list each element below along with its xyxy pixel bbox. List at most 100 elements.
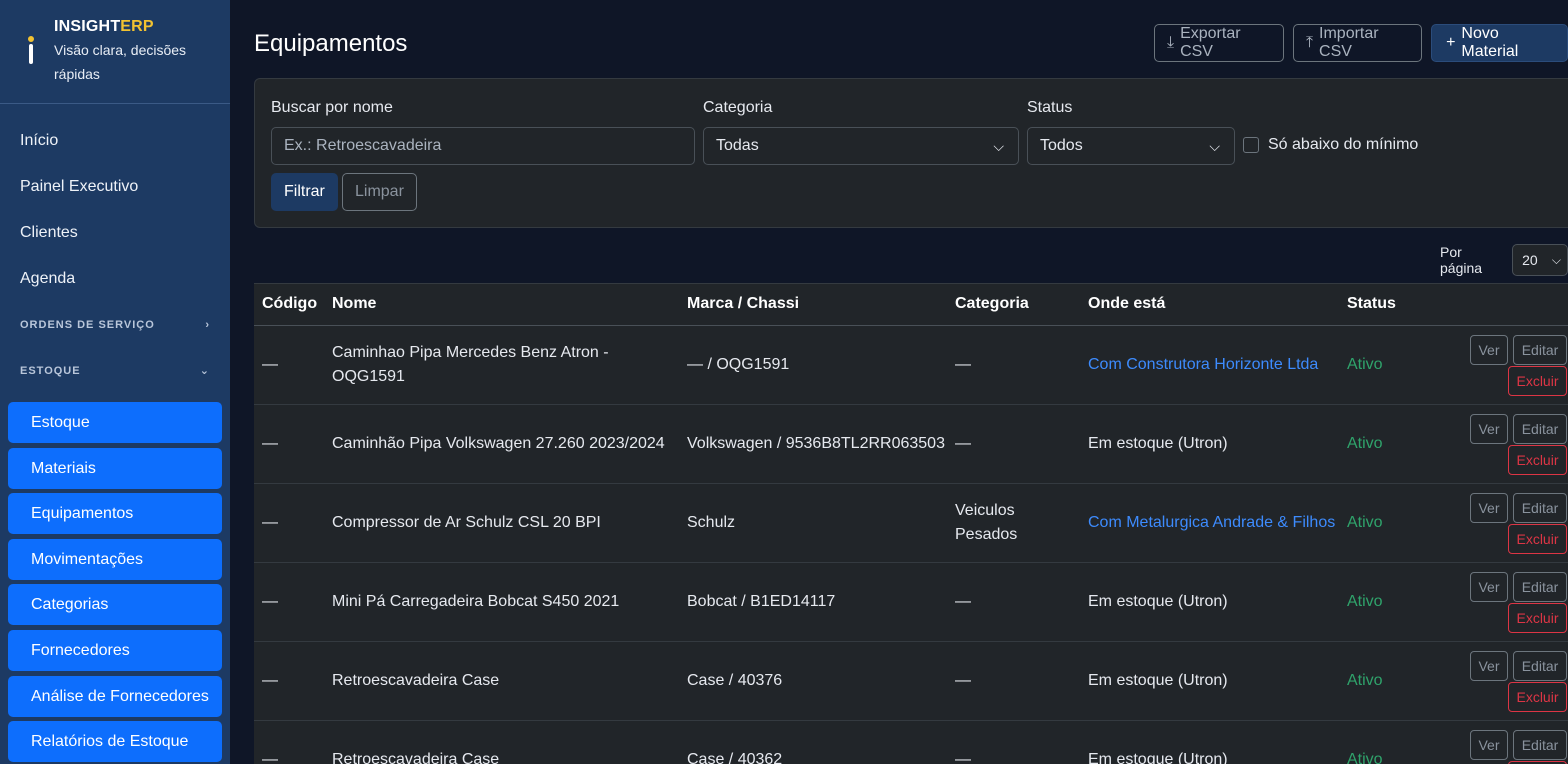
filter-panel: Buscar por nome Ex.: Retroescavadeira Ca… [254,78,1568,228]
cell-actions: Ver Editar Excluir [1454,483,1568,563]
delete-button[interactable]: Excluir [1508,444,1567,475]
column-header-actions [1454,284,1568,326]
cell-brand-chassis: Bobcat / B1ED14117 [679,562,947,642]
table-row: — Caminhao Pipa Mercedes Benz Atron - OQ… [254,325,1568,405]
info-logo-icon [24,36,38,66]
sidebar-item-analise-fornecedores[interactable]: Análise de Fornecedores [8,675,222,717]
view-button[interactable]: Ver [1470,492,1508,523]
brand[interactable]: INSIGHTERP Visão clara, decisões rápidas [0,0,230,104]
cell-actions: Ver Editar Excluir [1454,325,1568,405]
view-button[interactable]: Ver [1470,413,1508,444]
new-material-button[interactable]: + Novo Material [1431,24,1568,62]
download-icon: ⤓ [1167,34,1175,51]
nav-section-estoque[interactable]: ESTOQUE ⌄ [0,348,230,394]
delete-button[interactable]: Excluir [1508,760,1567,764]
nav-item-inicio[interactable]: Início [0,118,230,164]
per-page-select[interactable]: 20 ⌵ [1512,244,1568,276]
search-input[interactable]: Ex.: Retroescavadeira [271,127,695,165]
page-title: Equipamentos [254,30,408,57]
delete-button[interactable]: Excluir [1508,523,1567,554]
cell-location: Em estoque (Utron) [1080,404,1339,484]
cell-category: — [947,325,1080,405]
cell-category: — [947,562,1080,642]
upload-icon: ⤒ [1305,34,1314,51]
table-body: — Caminhao Pipa Mercedes Benz Atron - OQ… [254,325,1568,764]
main-content: Equipamentos ⤓ Exportar CSV ⤒ Importar C… [230,0,1568,764]
cell-location: Em estoque (Utron) [1080,720,1339,764]
edit-button[interactable]: Editar [1513,729,1567,760]
cell-category: Veiculos Pesados [947,483,1080,563]
edit-button[interactable]: Editar [1513,334,1567,365]
sidebar-item-estoque[interactable]: Estoque [8,402,222,443]
column-header-status[interactable]: Status [1339,284,1454,326]
sidebar-item-movimentacoes[interactable]: Movimentações [8,538,222,580]
per-page-label: Por página [1440,244,1483,276]
sidebar-item-materiais[interactable]: Materiais [8,447,222,489]
equipment-table: Código Nome Marca / Chassi Categoria Ond… [254,283,1568,764]
cell-code: — [254,562,324,642]
cell-status: Ativo [1339,404,1454,484]
column-header-nome[interactable]: Nome [324,284,679,326]
cell-brand-chassis: Schulz [679,483,947,563]
view-button[interactable]: Ver [1470,334,1508,365]
export-csv-button[interactable]: ⤓ Exportar CSV [1154,24,1284,62]
cell-brand-chassis: — / OQG1591 [679,325,947,405]
cell-location[interactable]: Com Metalurgica Andrade & Filhos [1080,483,1339,563]
cell-status: Ativo [1339,483,1454,563]
sidebar-item-fornecedores[interactable]: Fornecedores [8,629,222,671]
category-select[interactable]: Todas ⌵ [703,127,1019,165]
table-header-row: Código Nome Marca / Chassi Categoria Ond… [254,284,1568,326]
nav-item-clientes[interactable]: Clientes [0,210,230,256]
sidebar-item-equipamentos[interactable]: Equipamentos [8,493,222,535]
column-header-categoria[interactable]: Categoria [947,284,1080,326]
below-minimum-toggle[interactable]: Só abaixo do mínimo [1243,136,1418,154]
nav-item-painel-executivo[interactable]: Painel Executivo [0,164,230,210]
page-actions: ⤓ Exportar CSV ⤒ Importar CSV + Novo Mat… [1154,24,1568,62]
status-select[interactable]: Todos ⌵ [1027,127,1235,165]
view-button[interactable]: Ver [1470,650,1508,681]
cell-code: — [254,483,324,563]
below-minimum-checkbox[interactable] [1243,137,1259,153]
table-row: — Retroescavadeira Case Case / 40376 — E… [254,641,1568,721]
cell-actions: Ver Editar Excluir [1454,562,1568,642]
column-header-onde-esta[interactable]: Onde está [1080,284,1339,326]
cell-name: Mini Pá Carregadeira Bobcat S450 2021 [324,562,679,642]
sidebar-item-categorias[interactable]: Categorias [8,584,222,626]
sidebar-item-relatorios-estoque[interactable]: Relatórios de Estoque [8,721,222,763]
cell-actions: Ver Editar Excluir [1454,720,1568,764]
view-button[interactable]: Ver [1470,571,1508,602]
cell-status: Ativo [1339,641,1454,721]
cell-location: Em estoque (Utron) [1080,562,1339,642]
chevron-down-icon: ⌄ [199,365,210,377]
clear-button[interactable]: Limpar [342,173,417,211]
column-header-marca-chassi[interactable]: Marca / Chassi [679,284,947,326]
edit-button[interactable]: Editar [1513,492,1567,523]
cell-actions: Ver Editar Excluir [1454,641,1568,721]
filter-button[interactable]: Filtrar [271,173,338,211]
brand-tagline: Visão clara, decisões rápidas [54,42,187,82]
column-header-codigo[interactable]: Código [254,284,324,326]
category-label: Categoria [703,99,773,116]
cell-name: Retroescavadeira Case [324,641,679,721]
delete-button[interactable]: Excluir [1508,365,1567,396]
edit-button[interactable]: Editar [1513,650,1567,681]
import-csv-button[interactable]: ⤒ Importar CSV [1292,24,1423,62]
cell-category: — [947,404,1080,484]
delete-button[interactable]: Excluir [1508,602,1567,633]
edit-button[interactable]: Editar [1513,413,1567,444]
nav-item-agenda[interactable]: Agenda [0,256,230,302]
edit-button[interactable]: Editar [1513,571,1567,602]
cell-location[interactable]: Com Construtora Horizonte Ltda [1080,325,1339,405]
search-label: Buscar por nome [271,99,393,116]
table-row: — Mini Pá Carregadeira Bobcat S450 2021 … [254,562,1568,642]
cell-name: Retroescavadeira Case [324,720,679,764]
cell-brand-chassis: Case / 40362 [679,720,947,764]
nav-section-ordens-servico[interactable]: ORDENS DE SERVIÇO › [0,302,230,348]
chevron-down-icon: ⌵ [1551,253,1561,267]
delete-button[interactable]: Excluir [1508,681,1567,712]
table-row: — Compressor de Ar Schulz CSL 20 BPI Sch… [254,483,1568,563]
view-button[interactable]: Ver [1470,729,1508,760]
chevron-down-icon: ⌵ [1209,138,1220,154]
cell-code: — [254,720,324,764]
cell-name: Compressor de Ar Schulz CSL 20 BPI [324,483,679,563]
